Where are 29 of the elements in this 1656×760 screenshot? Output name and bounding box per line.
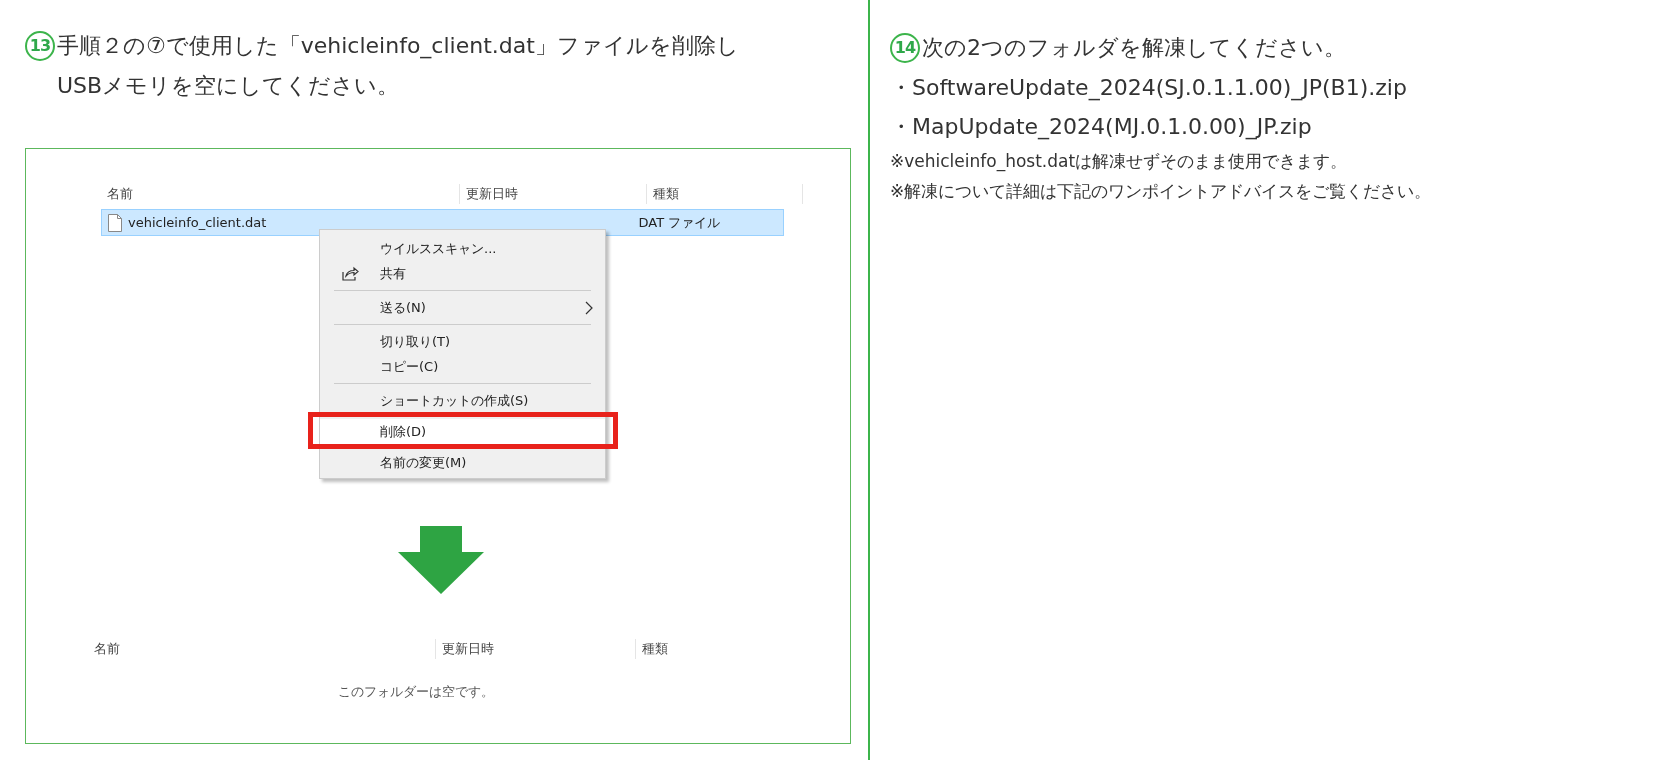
menu-item[interactable]: 送る(N) <box>320 295 605 320</box>
file-name: ・MapUpdate_2024(MJ.0.1.0.00)_JP.zip <box>890 114 1312 139</box>
menu-item[interactable]: ショートカットの作成(S) <box>320 388 605 413</box>
column-header[interactable]: 名前 <box>101 184 459 204</box>
empty-folder-message: このフォルダーは空です。 <box>338 684 494 699</box>
note-text: ※vehicleinfo_host.datは解凍せずそのまま使用できます。 <box>890 151 1348 171</box>
file-name: vehicleinfo_client.dat <box>128 213 267 232</box>
note-text: ※解凍について詳細は下記のワンポイントアドバイスをご覧ください。 <box>890 181 1432 201</box>
file-icon <box>108 213 122 232</box>
menu-item[interactable]: 共有 <box>320 261 605 286</box>
column-header[interactable]: 名前 <box>88 639 435 659</box>
down-arrow-icon <box>398 526 484 594</box>
file-type: DAT ファイル <box>638 214 721 230</box>
instruction-text: 手順２の⑦で使用した「vehicleinfo_client.dat」ファイルを削除しUSBメモリを空にしてください。 <box>57 32 740 100</box>
menu-item[interactable]: ウイルススキャン... <box>320 236 605 261</box>
step-number: 14 <box>890 33 920 63</box>
column-header[interactable]: 更新日時 <box>459 184 646 204</box>
instruction-text: 次の2つのフォルダを解凍してください。 <box>922 34 1346 62</box>
chevron-right-icon <box>585 300 593 315</box>
menu-item[interactable]: 削除(D) <box>320 419 605 444</box>
file-name: ・SoftwareUpdate_2024(SJ.0.1.1.00)_JP(B1).zip <box>890 75 1407 100</box>
column-header[interactable]: 種類 <box>646 184 803 204</box>
menu-item[interactable]: コピー(C) <box>320 354 605 379</box>
step-number: 13 <box>25 31 55 61</box>
column-header[interactable]: 種類 <box>635 639 785 659</box>
share-icon <box>342 266 359 281</box>
menu-item[interactable]: 名前の変更(M) <box>320 450 605 475</box>
menu-item[interactable]: 切り取り(T) <box>320 329 605 354</box>
column-header[interactable]: 更新日時 <box>435 639 635 659</box>
